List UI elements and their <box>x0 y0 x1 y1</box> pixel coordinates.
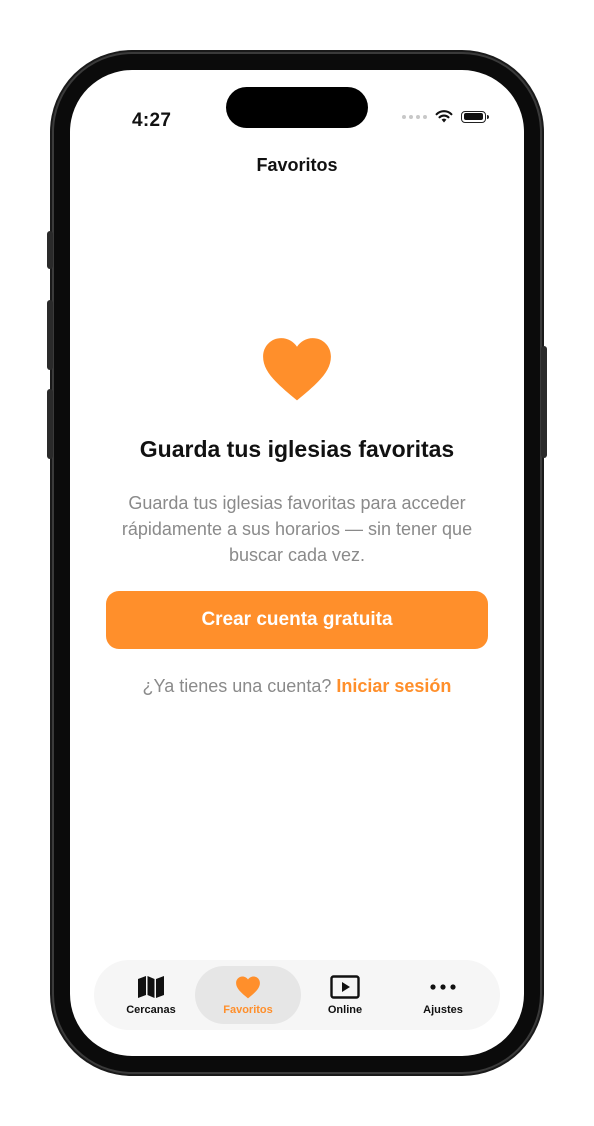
tab-label: Online <box>327 1003 363 1016</box>
login-prompt-text: ¿Ya tienes una cuenta? <box>142 676 332 696</box>
empty-state-headline: Guarda tus iglesias favoritas <box>139 436 455 462</box>
volume-down-button <box>47 389 53 459</box>
tab-online[interactable]: Online <box>292 966 398 1024</box>
status-time: 4:27 <box>132 110 172 131</box>
cellular-signal-icon <box>402 114 427 119</box>
phone-frame: 4:27 Favoritos Guarda tus iglesias favor… <box>47 54 547 1072</box>
power-button <box>541 346 547 458</box>
map-icon <box>138 975 164 998</box>
screen: 4:27 Favoritos Guarda tus iglesias favor… <box>70 70 524 1056</box>
play-icon <box>330 974 360 999</box>
volume-up-button <box>47 300 53 370</box>
tab-cercanas[interactable]: Cercanas <box>98 966 204 1024</box>
tab-label: Favoritos <box>223 1003 273 1016</box>
tab-ajustes[interactable]: Ajustes <box>390 966 496 1024</box>
action-button <box>47 231 53 269</box>
login-prompt-line: ¿Ya tienes una cuenta? Iniciar sesión <box>70 676 524 697</box>
status-icons <box>402 110 489 123</box>
more-icon <box>430 983 456 990</box>
tab-label: Ajustes <box>423 1003 463 1016</box>
page-title: Favoritos <box>256 155 338 175</box>
create-account-button[interactable]: Crear cuenta gratuita <box>106 591 488 649</box>
heart-icon <box>236 975 260 998</box>
tab-label: Cercanas <box>126 1003 176 1016</box>
heart-icon <box>263 338 331 401</box>
dynamic-island <box>226 87 368 128</box>
tab-favoritos[interactable]: Favoritos <box>195 966 301 1024</box>
wifi-icon <box>435 110 453 123</box>
battery-icon <box>461 110 489 123</box>
empty-state-description: Guarda tus iglesias favoritas para acced… <box>121 493 473 565</box>
login-link[interactable]: Iniciar sesión <box>336 676 451 696</box>
tab-bar: Cercanas Favoritos Online Ajustes <box>94 960 500 1030</box>
